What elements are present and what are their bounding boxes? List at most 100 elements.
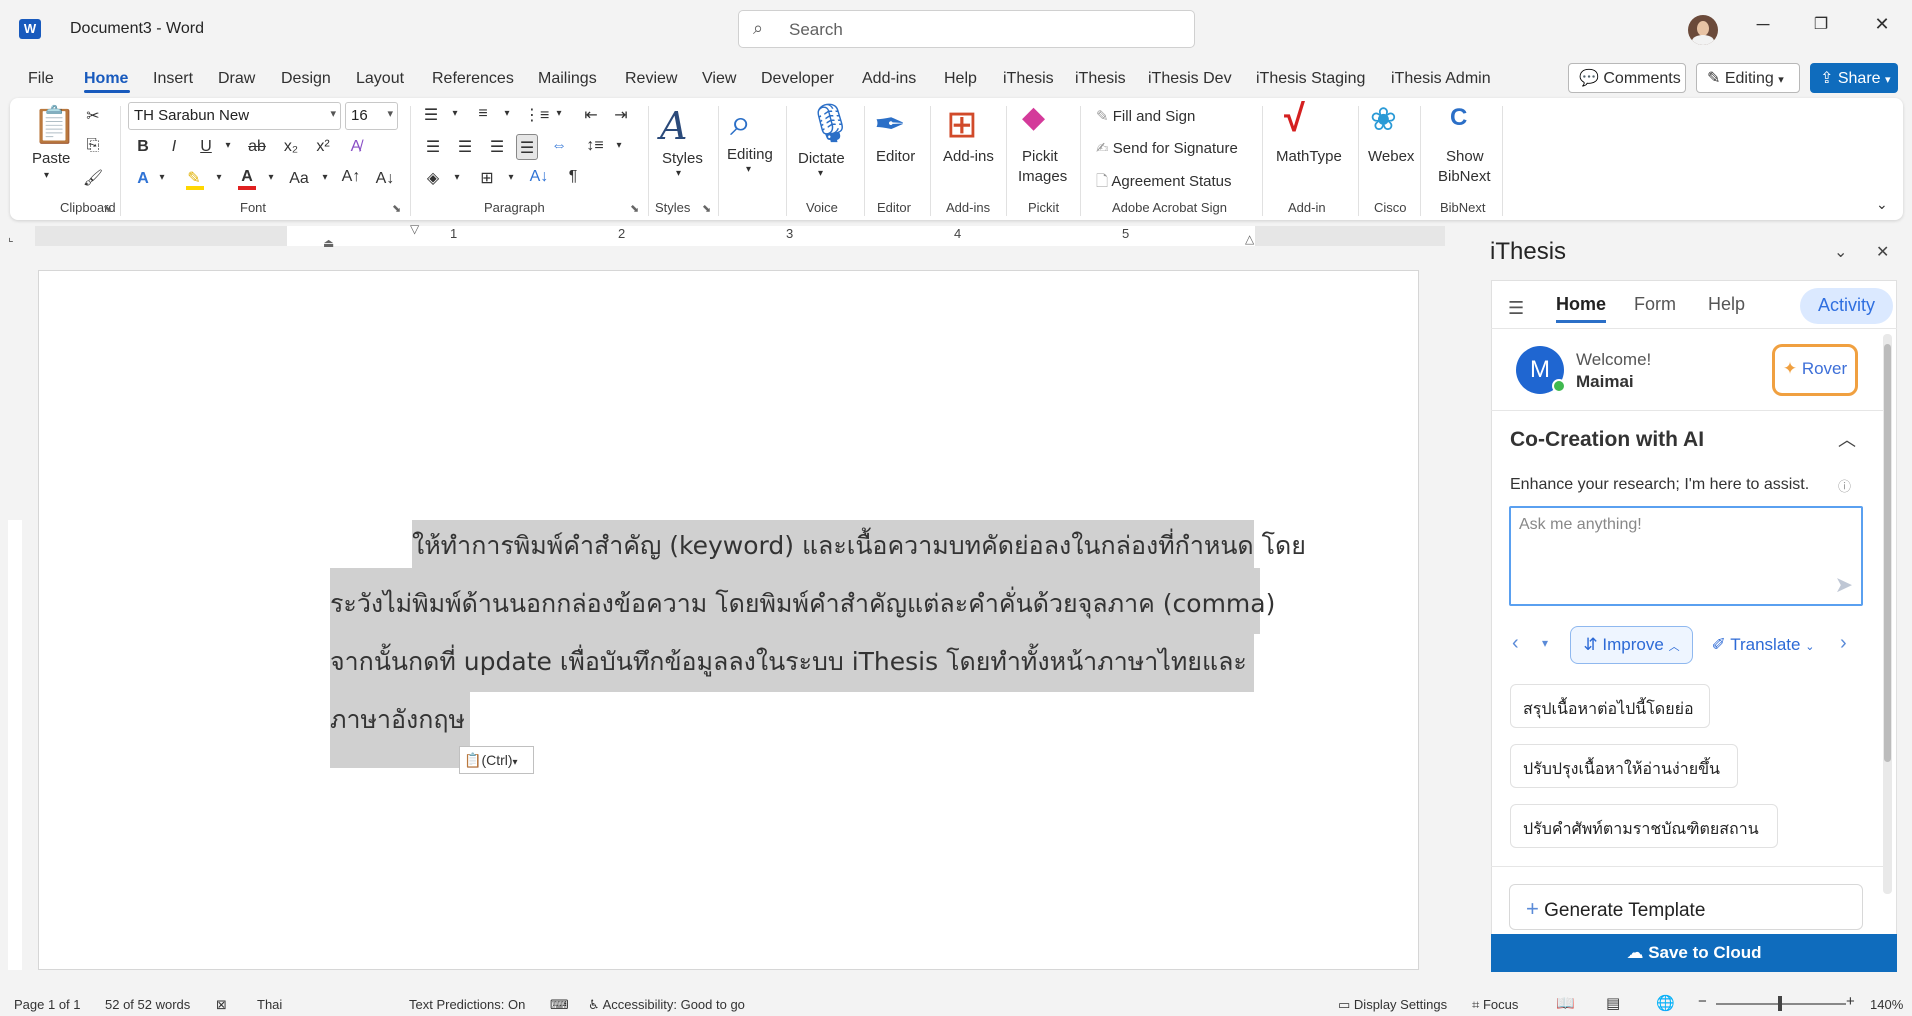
focus-mode[interactable]: ⌗ Focus [1472,997,1518,1013]
font-launcher-icon[interactable]: ⬊ [392,202,401,215]
increase-indent-icon[interactable]: ⇥ [610,105,632,125]
close-icon[interactable]: ✕ [1870,14,1894,35]
tab-help[interactable]: Help [1708,294,1745,315]
comments-button[interactable]: 💬 Comments [1568,63,1686,93]
text-predictions[interactable]: Text Predictions: On [409,997,525,1012]
chevron-down-icon[interactable]: ▾ [496,108,518,119]
mathtype-icon[interactable]: √ [1284,98,1305,141]
addins-button[interactable]: Add-ins [943,148,994,165]
superscript-icon[interactable]: x² [312,138,334,156]
account-avatar[interactable] [1688,15,1718,45]
tab-home[interactable]: Home [1556,294,1606,315]
suggestion-summarize[interactable]: สรุปเนื้อหาต่อไปนี้โดยย่อ [1510,684,1710,728]
scrollbar-thumb[interactable] [1884,344,1891,762]
right-indent-marker[interactable]: △ [1245,232,1254,246]
webex-icon[interactable]: ❀ [1370,100,1397,138]
suggestion-royal-institute-terms[interactable]: ปรับคำศัพท์ตามราชบัณฑิตยสถาน [1510,804,1778,848]
chevron-down-icon[interactable]: ▾ [500,172,522,183]
search-box[interactable]: ⌕ Search [738,10,1195,48]
restore-icon[interactable]: ❐ [1809,14,1833,34]
align-center-icon[interactable]: ☰ [454,137,476,157]
bibnext-icon[interactable]: C [1450,104,1467,132]
tab-selector-icon[interactable]: ⌞ [8,230,14,244]
pane-options-icon[interactable]: ⌄ [1834,242,1847,262]
borders-icon[interactable]: ⊞ [476,168,498,188]
hanging-indent-marker[interactable]: ⏏ [323,236,334,250]
menu-developer[interactable]: Developer [761,70,834,88]
styles-icon[interactable]: A [660,104,687,148]
subscript-icon[interactable]: x₂ [280,138,302,156]
read-mode-icon[interactable]: 📖 [1556,994,1575,1012]
font-color-icon[interactable]: A [236,168,258,186]
shading-icon[interactable]: ◈ [422,168,444,188]
italic-icon[interactable]: I [163,138,185,156]
tab-form[interactable]: Form [1634,294,1676,315]
justify-icon[interactable]: ☰ [516,134,538,160]
find-icon[interactable]: ⌕ [730,102,751,145]
strikethrough-icon[interactable]: ab [246,138,268,156]
addins-grid-icon[interactable]: ⊞ [946,102,978,147]
menu-design[interactable]: Design [281,70,331,88]
display-settings[interactable]: ▭ Display Settings [1338,997,1447,1013]
fill-and-sign-button[interactable]: ✎ Fill and Sign [1096,107,1195,125]
next-chevron-icon[interactable]: › [1840,632,1847,655]
menu-ithesis[interactable]: iThesis [1003,70,1054,88]
paragraph-launcher-icon[interactable]: ⬊ [630,202,639,215]
chevron-down-icon[interactable]: ▾ [330,107,336,120]
pickit-icon[interactable]: ◆ [1022,100,1045,135]
send-for-signature-button[interactable]: ✍ Send for Signature [1096,139,1238,157]
editing-button[interactable]: Editing [727,146,773,163]
microphone-icon[interactable]: 🎙 [806,102,854,146]
font-name-combo[interactable]: TH Sarabun New ▾ [128,102,341,130]
document-line[interactable]: ให้ทำการพิมพ์คำสำคัญ (keyword) และเนื้อค… [412,526,1306,566]
font-size-combo[interactable]: 16 ▾ [345,102,398,130]
bibnext-label[interactable]: BibNext [1438,168,1491,185]
rover-button[interactable]: ✦ Rover [1772,344,1858,396]
menu-references[interactable]: References [432,70,514,88]
webex-button[interactable]: Webex [1368,148,1414,165]
minimize-icon[interactable]: ─ [1751,14,1775,35]
zoom-in-icon[interactable]: + [1846,993,1855,1010]
paste-button[interactable]: Paste [32,150,70,167]
chevron-down-icon[interactable]: ▾ [387,107,393,120]
chevron-down-icon[interactable]: ▾ [217,140,239,151]
chevron-down-icon[interactable]: ▾ [208,172,230,183]
underline-icon[interactable]: U [195,138,217,156]
improve-button[interactable]: ⇵ Improve ︿ [1570,626,1693,664]
menu-layout[interactable]: Layout [356,70,404,88]
line-spacing-icon[interactable]: ↕≡ [584,137,606,155]
ask-input[interactable]: Ask me anything! ➤ [1509,506,1863,606]
menu-ithesis-staging[interactable]: iThesis Staging [1256,70,1365,88]
suggestion-improve-readability[interactable]: ปรับปรุงเนื้อหาให้อ่านง่ายขึ้น [1510,744,1738,788]
menu-help[interactable]: Help [944,70,977,88]
menu-mailings[interactable]: Mailings [538,70,597,88]
print-layout-icon[interactable]: ▤ [1606,994,1620,1012]
document-line[interactable]: จากนั้นกดที่ update เพื่อบันทึกข้อมูลลงใ… [330,642,1247,682]
first-line-indent-marker[interactable]: ▽ [410,222,419,236]
menu-ithesis-2[interactable]: iThesis [1075,70,1126,88]
styles-button[interactable]: Styles [662,150,703,167]
document-line[interactable]: ภาษาอังกฤษ [330,700,465,740]
bold-icon[interactable]: B [132,138,154,156]
menu-home[interactable]: Home [84,70,128,88]
web-layout-icon[interactable]: 🌐 [1656,994,1675,1012]
word-count[interactable]: 52 of 52 words [105,997,190,1012]
clipboard-launcher-icon[interactable]: ⬊ [103,202,112,215]
pane-close-icon[interactable]: ✕ [1876,242,1889,262]
chevron-down-icon[interactable]: ▾ [151,172,173,183]
pickit-images-label[interactable]: Images [1018,168,1067,185]
distributed-icon[interactable]: ⇔ [548,137,570,155]
accessibility-status[interactable]: ♿ Accessibility: Good to go [588,997,745,1013]
proofing-icon[interactable]: ⊠ [216,997,227,1013]
pane-scrollbar[interactable] [1883,334,1892,894]
editor-pen-icon[interactable]: ✒ [874,102,906,147]
align-right-icon[interactable]: ☰ [486,137,508,157]
help-icon[interactable]: ⓘ [1838,476,1851,495]
styles-launcher-icon[interactable]: ⬊ [702,202,711,215]
chevron-down-icon[interactable]: ▾ [444,108,466,119]
menu-draw[interactable]: Draw [218,70,255,88]
agreement-status-button[interactable]: 🗋 Agreement Status [1096,171,1231,196]
zoom-slider-thumb[interactable] [1778,996,1782,1011]
chevron-down-icon[interactable]: ▾ [548,108,570,119]
paste-dropdown-icon[interactable]: ▾ [44,170,49,181]
